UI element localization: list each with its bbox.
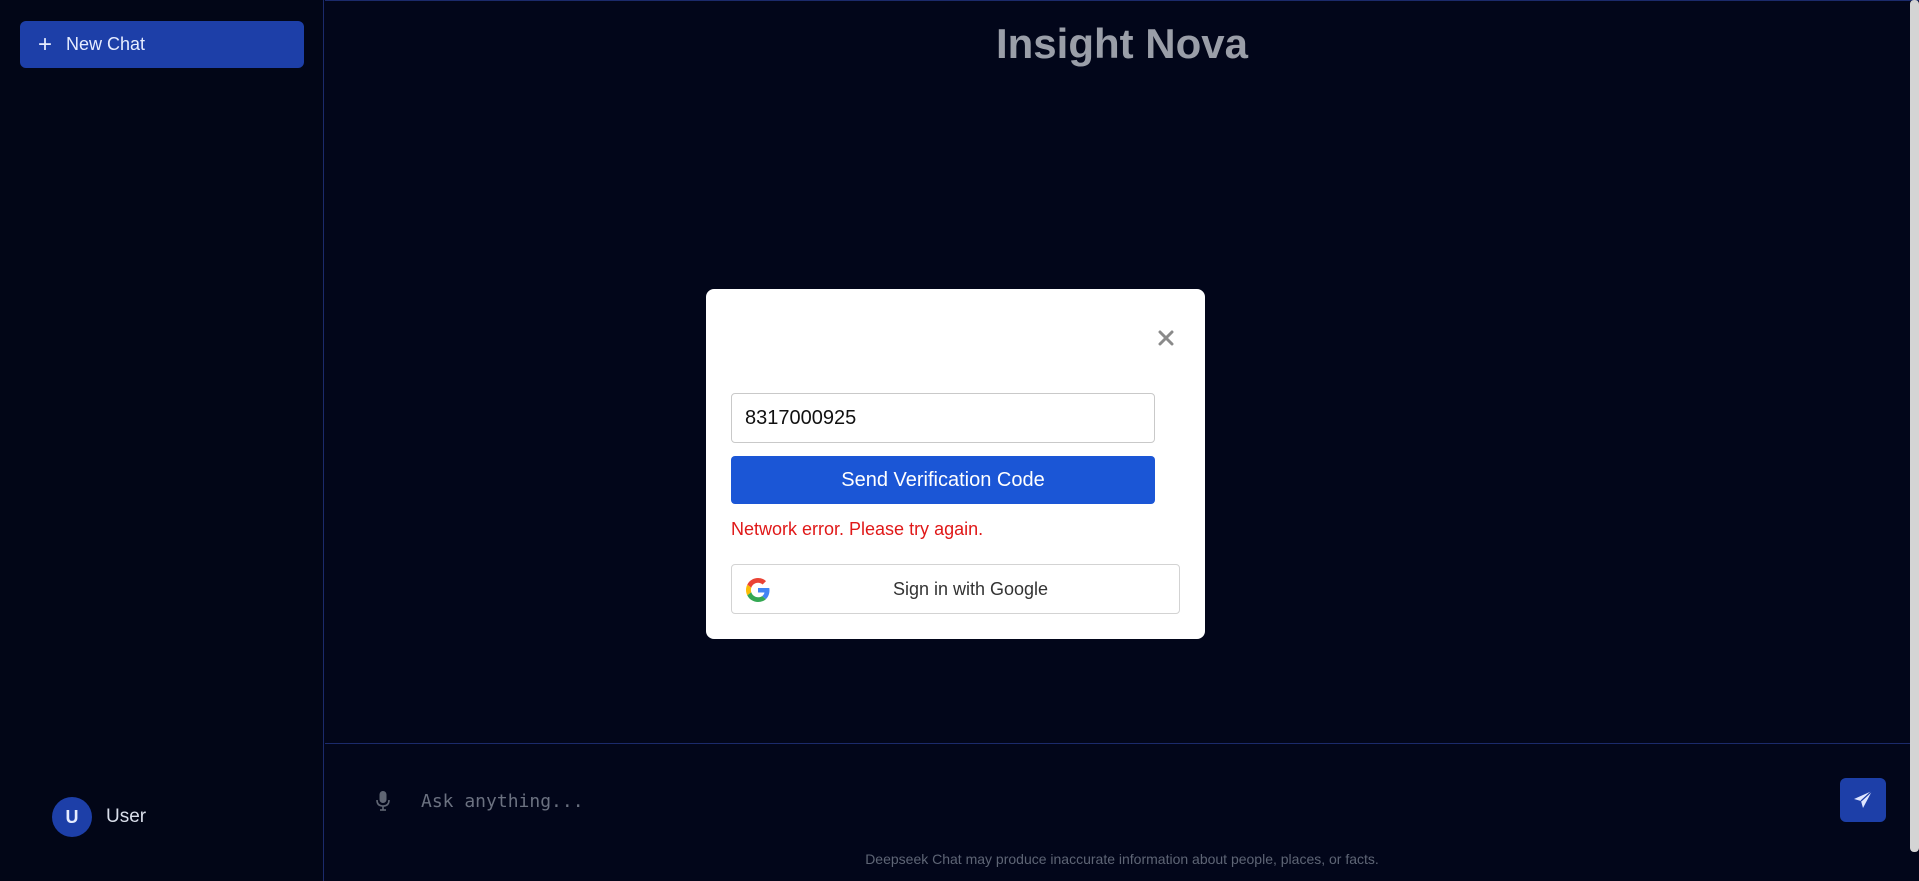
new-chat-button[interactable]: + New Chat bbox=[20, 21, 304, 68]
google-logo-icon bbox=[746, 578, 770, 602]
phone-number-input[interactable] bbox=[731, 393, 1155, 443]
close-icon bbox=[1158, 330, 1174, 346]
scrollbar[interactable] bbox=[1910, 0, 1919, 852]
prompt-input[interactable] bbox=[421, 784, 1721, 818]
sidebar: + New Chat U User bbox=[0, 0, 324, 881]
disclaimer-text: Deepseek Chat may produce inaccurate inf… bbox=[865, 851, 1379, 867]
user-name: User bbox=[106, 806, 147, 827]
user-profile[interactable]: U User bbox=[52, 797, 146, 837]
plus-icon: + bbox=[38, 30, 53, 58]
google-sign-in-button[interactable]: Sign in with Google bbox=[731, 564, 1180, 614]
top-divider bbox=[325, 0, 1919, 1]
chat-input-bar: Deepseek Chat may produce inaccurate inf… bbox=[325, 743, 1919, 881]
error-message: Network error. Please try again. bbox=[731, 519, 984, 539]
page-title: Insight Nova bbox=[995, 20, 1249, 67]
send-verification-code-button[interactable]: Send Verification Code bbox=[731, 456, 1155, 504]
app-window: + New Chat U User Insight Nova Ask anyth… bbox=[0, 0, 1919, 881]
paper-plane-icon bbox=[1854, 790, 1873, 808]
sign-in-modal: Send Verification Code Network error. Pl… bbox=[706, 289, 1205, 639]
google-sign-in-label: Sign in with Google bbox=[892, 578, 1049, 599]
microphone-icon[interactable] bbox=[373, 788, 393, 814]
close-button[interactable] bbox=[1154, 326, 1178, 350]
send-button[interactable] bbox=[1840, 778, 1886, 822]
avatar: U bbox=[52, 797, 92, 837]
new-chat-label: New Chat bbox=[66, 34, 146, 54]
